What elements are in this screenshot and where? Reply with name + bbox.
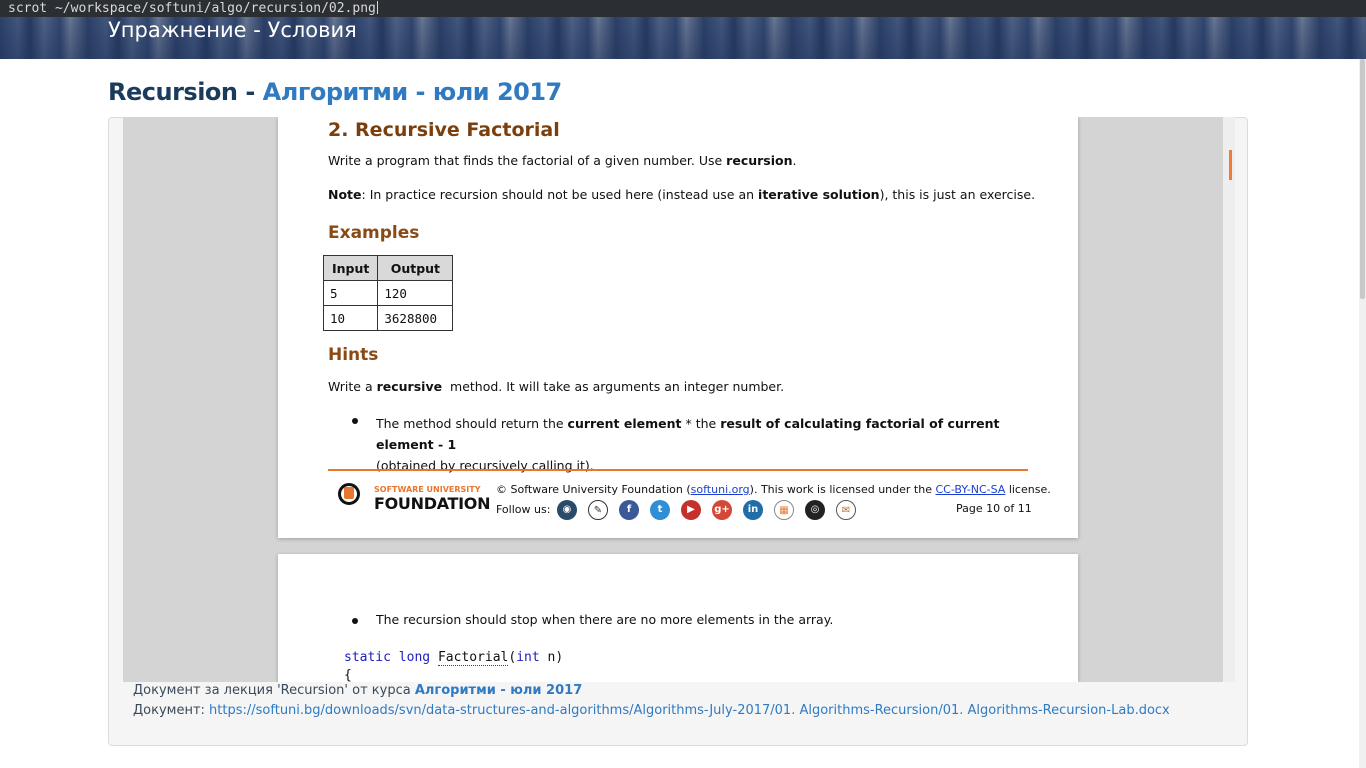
github-icon[interactable]: ◎ <box>805 500 825 520</box>
caption-prefix: Документ за лекция 'Recursion' от курса <box>133 683 415 698</box>
hint-paragraph: Write a recursive method. It will take a… <box>328 379 784 394</box>
copyright-text-a: © Software University Foundation ( <box>496 483 691 496</box>
hero-title: Упражнение - Условия <box>108 18 357 42</box>
license-link[interactable]: CC-BY-NC-SA <box>935 483 1005 496</box>
table-header-output: Output <box>377 255 454 281</box>
table-row: 5 120 <box>322 280 454 306</box>
table-row: 10 3628800 <box>322 305 454 331</box>
document-link-row: Документ: https://softuni.bg/downloads/s… <box>133 702 1170 720</box>
document-link-label: Документ: <box>133 703 210 718</box>
text-cursor <box>376 1 378 14</box>
page-scrollbar[interactable] <box>1359 59 1366 768</box>
intro-paragraph: Write a program that finds the factorial… <box>328 153 796 168</box>
hint-bold: recursive <box>376 379 443 394</box>
youtube-icon[interactable]: ▶ <box>681 500 701 520</box>
course-link[interactable]: Алгоритми - юли 2017 <box>415 683 582 698</box>
bullet-dot <box>352 418 358 424</box>
hero-banner: Упражнение - Условия <box>0 17 1366 59</box>
note-label: Note <box>328 187 362 202</box>
bullet-text: The method should return the current ele… <box>376 413 1036 476</box>
slideshare-icon[interactable]: ▦ <box>774 500 794 520</box>
footer-copyright: © Software University Foundation (softun… <box>496 483 1051 496</box>
follow-us-label: Follow us: <box>496 503 551 516</box>
intro-bold: recursion <box>726 153 793 168</box>
logo-line1: SOFTWARE UNIVERSITY <box>374 485 481 494</box>
table-cell: 3628800 <box>377 305 454 331</box>
bullet-text-a: The method should return the <box>376 416 568 431</box>
bullet-dot <box>352 618 358 624</box>
page-title-topic: Recursion <box>108 78 238 106</box>
page-title: Recursion - Алгоритми - юли 2017 <box>108 76 562 108</box>
viewer-scrollbar[interactable] <box>1223 117 1235 682</box>
hint-text: Write a <box>328 379 377 394</box>
intro-text: Write a program that finds the factorial… <box>328 153 727 168</box>
code-keyword: long <box>398 650 431 665</box>
code-param: n) <box>539 650 564 665</box>
document-page: 2. Recursive Factorial Write a program t… <box>278 117 1078 538</box>
footer-divider <box>328 469 1028 471</box>
table-cell: 120 <box>377 280 454 306</box>
viewer-scrollbar-thumb[interactable] <box>1229 150 1232 180</box>
code-function-name: Factorial <box>437 650 509 666</box>
code-line-brace: { <box>344 668 352 682</box>
hint-suffix: method. It will take as arguments an int… <box>442 379 785 394</box>
logo-line2: FOUNDATION <box>374 494 491 513</box>
terminal-command: scrot ~/workspace/softuni/algo/recursion… <box>8 1 376 16</box>
code-keyword: static <box>344 650 391 665</box>
note-paragraph: Note: In practice recursion should not b… <box>328 187 1035 202</box>
facebook-icon[interactable]: f <box>619 500 639 520</box>
page-title-separator: - <box>237 78 263 106</box>
document-caption: Документ за лекция 'Recursion' от курса … <box>133 682 582 700</box>
bullet-text: The recursion should stop when there are… <box>376 612 834 627</box>
bullet-text-c: * the <box>681 416 721 431</box>
note-bold: iterative solution <box>758 187 880 202</box>
linkedin-icon[interactable]: in <box>743 500 763 520</box>
examples-heading: Examples <box>328 223 420 243</box>
document-page-next: The recursion should stop when there are… <box>278 554 1078 682</box>
twitter-icon[interactable]: t <box>650 500 670 520</box>
email-icon[interactable]: ✉ <box>836 500 856 520</box>
intro-suffix: . <box>792 153 797 168</box>
copyright-text-b: ). This work is licensed under the <box>749 483 936 496</box>
table-cell: 10 <box>322 305 379 331</box>
lightbulb-outline <box>338 483 360 505</box>
terminal-command-bar[interactable]: scrot ~/workspace/softuni/algo/recursion… <box>0 0 1366 17</box>
bullet-text-b: current element <box>567 416 682 431</box>
table-cell: 5 <box>322 280 379 306</box>
document-viewer[interactable]: 2. Recursive Factorial Write a program t… <box>123 117 1223 682</box>
page-title-course-link[interactable]: Алгоритми - юли 2017 <box>263 78 563 106</box>
google-plus-icon[interactable]: g+ <box>712 500 732 520</box>
table-header-input: Input <box>322 255 379 281</box>
exercise-heading: 2. Recursive Factorial <box>328 119 560 141</box>
softuni-org-link[interactable]: softuni.org <box>691 483 750 496</box>
forum-icon[interactable]: ✎ <box>588 500 608 520</box>
note-text: : In practice recursion should not be us… <box>361 187 759 202</box>
softuni-foundation-logo: SOFTWARE UNIVERSITY FOUNDATION <box>330 475 491 523</box>
document-download-link[interactable]: https://softuni.bg/downloads/svn/data-st… <box>209 703 1170 718</box>
softuni-icon[interactable]: ◉ <box>557 500 577 520</box>
page-number: Page 10 of 11 <box>956 502 1032 515</box>
code-line-signature: static long Factorial(int n) <box>344 650 564 666</box>
page-scrollbar-thumb[interactable] <box>1360 59 1365 299</box>
note-suffix: ), this is just an exercise. <box>879 187 1036 202</box>
examples-table: Input Output 5 120 10 3628800 <box>322 255 454 331</box>
hints-heading: Hints <box>328 345 379 365</box>
copyright-text-c: license. <box>1005 483 1051 496</box>
code-keyword: int <box>516 650 540 665</box>
